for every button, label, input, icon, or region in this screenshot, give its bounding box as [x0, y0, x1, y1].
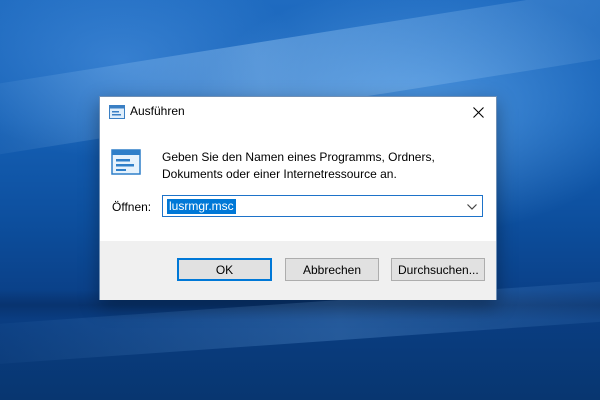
close-icon: [472, 106, 484, 118]
instruction-line-1: Geben Sie den Namen eines Programms, Ord…: [162, 150, 435, 164]
browse-button[interactable]: Durchsuchen...: [391, 258, 485, 281]
title-bar[interactable]: Ausführen: [100, 97, 496, 127]
open-label: Öffnen:: [112, 200, 152, 214]
run-dialog-icon: [109, 105, 125, 119]
open-combobox[interactable]: lusrmgr.msc: [162, 195, 483, 217]
run-program-icon: [111, 149, 141, 175]
button-footer: OK Abbrechen Durchsuchen...: [100, 241, 496, 300]
instruction-text: Geben Sie den Namen eines Programms, Ord…: [162, 149, 482, 183]
close-button[interactable]: [460, 97, 496, 127]
run-dialog: Ausführen Geben Sie den Namen eines Prog…: [99, 96, 497, 300]
open-input-value[interactable]: lusrmgr.msc: [167, 199, 236, 214]
window-title: Ausführen: [130, 104, 185, 118]
chevron-down-icon[interactable]: [465, 200, 479, 214]
instruction-line-2: Dokuments oder einer Internetressource a…: [162, 167, 397, 181]
cancel-button[interactable]: Abbrechen: [285, 258, 379, 281]
ok-button[interactable]: OK: [177, 258, 272, 281]
